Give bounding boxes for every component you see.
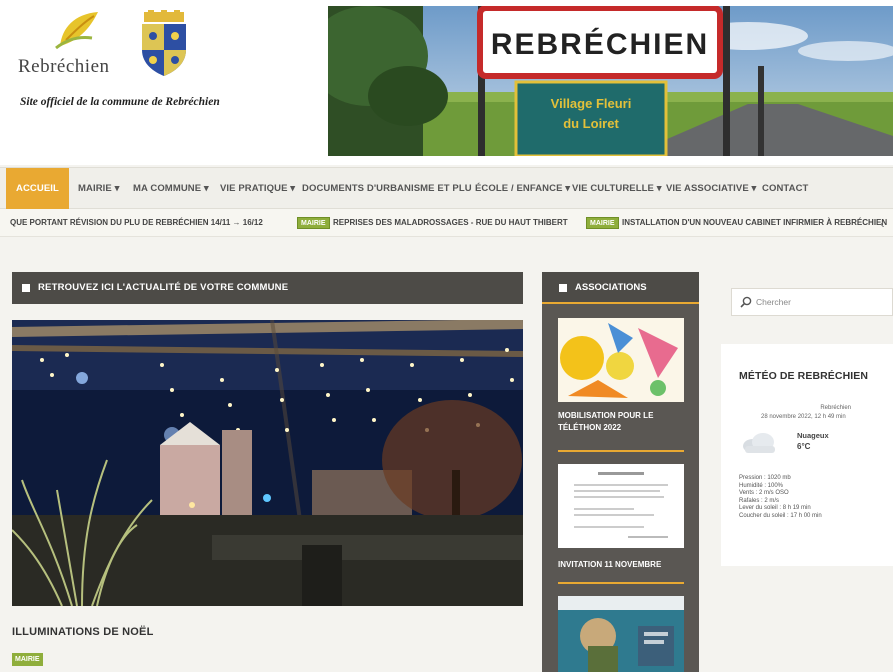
ticker-badge: MAIRIE <box>586 217 619 229</box>
ticker-prev-arrow-icon[interactable]: ‹ <box>880 215 885 231</box>
news-section-header: RETROUVEZ ICI L'ACTUALITÉ DE VOTRE COMMU… <box>12 272 523 304</box>
weather-widget: MÉTÉO DE REBRÉCHIEN Rebréchien 28 novemb… <box>721 344 893 566</box>
association-caption[interactable]: INVITATION 11 NOVEMBRE <box>558 559 684 571</box>
square-bullet-icon <box>559 284 567 292</box>
weather-condition: Nuageux <box>797 431 829 440</box>
weather-detail-line: Humidité : 100% <box>739 482 784 489</box>
nav-item-mairie[interactable]: MAIRIE ▾ <box>78 168 119 209</box>
search-icon[interactable] <box>740 296 752 308</box>
association-thumbnail[interactable] <box>558 464 684 548</box>
search-input[interactable] <box>756 289 886 315</box>
search-box <box>731 288 893 316</box>
weather-location: Rebréchien <box>820 405 851 411</box>
ticker-item[interactable]: QUE PORTANT RÉVISION DU PLU DE REBRÉCHIE… <box>10 209 263 237</box>
leaf-logo-icon <box>55 12 98 50</box>
association-thumbnail[interactable] <box>558 596 684 672</box>
ticker-item[interactable]: INSTALLATION D'UN NOUVEAU CABINET INFIRM… <box>622 209 887 237</box>
news-ticker: QUE PORTANT RÉVISION DU PLU DE REBRÉCHIE… <box>0 209 893 237</box>
weather-detail-line: Rafales : 2 m/s <box>739 497 780 504</box>
cloud-icon <box>743 433 775 453</box>
nav-item-vie-associative[interactable]: VIE ASSOCIATIVE ▾ <box>666 168 756 209</box>
article-featured-image[interactable] <box>12 320 523 606</box>
divider <box>558 450 684 452</box>
sign-subtext-2: du Loiret <box>563 116 619 131</box>
coat-of-arms-icon <box>142 10 186 76</box>
nav-item-ecole-enfance[interactable]: ÉCOLE / ENFANCE ▾ <box>475 168 570 209</box>
sign-text: REBRÉCHIEN <box>491 27 709 61</box>
nav-item-contact[interactable]: CONTACT <box>762 168 808 209</box>
page: Rebréchien Site officiel de la commune d… <box>0 0 893 672</box>
article-title[interactable]: ILLUMINATIONS DE NOËL <box>12 626 154 638</box>
sign-subtext-1: Village Fleuri <box>551 96 632 111</box>
weather-detail-line: Vents : 2 m/s OSO <box>739 490 789 496</box>
article-category-badge[interactable]: MAIRIE <box>12 653 43 666</box>
weather-date: 28 novembre 2022, 12 h 49 min <box>761 414 846 420</box>
nav-item-vie-pratique[interactable]: VIE PRATIQUE ▾ <box>220 168 295 209</box>
news-section-title: RETROUVEZ ICI L'ACTUALITÉ DE VOTRE COMMU… <box>38 282 289 293</box>
ticker-badge: MAIRIE <box>297 217 330 229</box>
site-tagline: Site officiel de la commune de Rebréchie… <box>20 96 220 108</box>
associations-title: ASSOCIATIONS <box>575 282 647 293</box>
nav-item-documents-urbanisme[interactable]: DOCUMENTS D'URBANISME ET PLU <box>302 168 472 209</box>
association-caption-line: MOBILISATION POUR LE <box>558 411 654 420</box>
nav-item-ma-commune[interactable]: MA COMMUNE ▾ <box>133 168 209 209</box>
associations-header: ASSOCIATIONS <box>542 272 699 304</box>
header-banner-image: REBRÉCHIEN Village Fleuri du Loiret <box>328 6 893 156</box>
weather-detail-line: Coucher du soleil : 17 h 00 min <box>739 512 822 519</box>
nav-item-accueil[interactable]: ACCUEIL <box>6 168 69 209</box>
association-caption[interactable]: MOBILISATION POUR LE TÉLÉTHON 2022 <box>558 410 684 434</box>
main-navigation: ACCUEIL MAIRIE ▾ MA COMMUNE ▾ VIE PRATIQ… <box>0 167 893 209</box>
logo-text: Rebréchien <box>18 56 110 77</box>
association-thumbnail[interactable] <box>558 318 684 402</box>
site-header: Rebréchien Site officiel de la commune d… <box>0 0 893 165</box>
weather-details: Pression : 1020 mb Humidité : 100% Vents… <box>739 475 822 520</box>
weather-title: MÉTÉO DE REBRÉCHIEN <box>739 370 869 382</box>
divider <box>558 582 684 584</box>
ticker-item[interactable]: REPRISES DES MALADROSSAGES - RUE DU HAUT… <box>333 209 568 237</box>
weather-detail-line: Pression : 1020 mb <box>739 475 791 481</box>
weather-temperature: 6°C <box>797 442 811 451</box>
associations-panel: ASSOCIATIONS MOBILISATION POUR LE TÉLÉTH… <box>542 272 699 672</box>
association-caption-line: TÉLÉTHON 2022 <box>558 423 622 432</box>
site-logo[interactable]: Rebréchien <box>16 10 126 80</box>
square-bullet-icon <box>22 284 30 292</box>
weather-detail-line: Lever du soleil : 8 h 19 min <box>739 505 811 511</box>
nav-item-vie-culturelle[interactable]: VIE CULTURELLE ▾ <box>572 168 662 209</box>
association-caption-line: INVITATION 11 NOVEMBRE <box>558 560 662 569</box>
